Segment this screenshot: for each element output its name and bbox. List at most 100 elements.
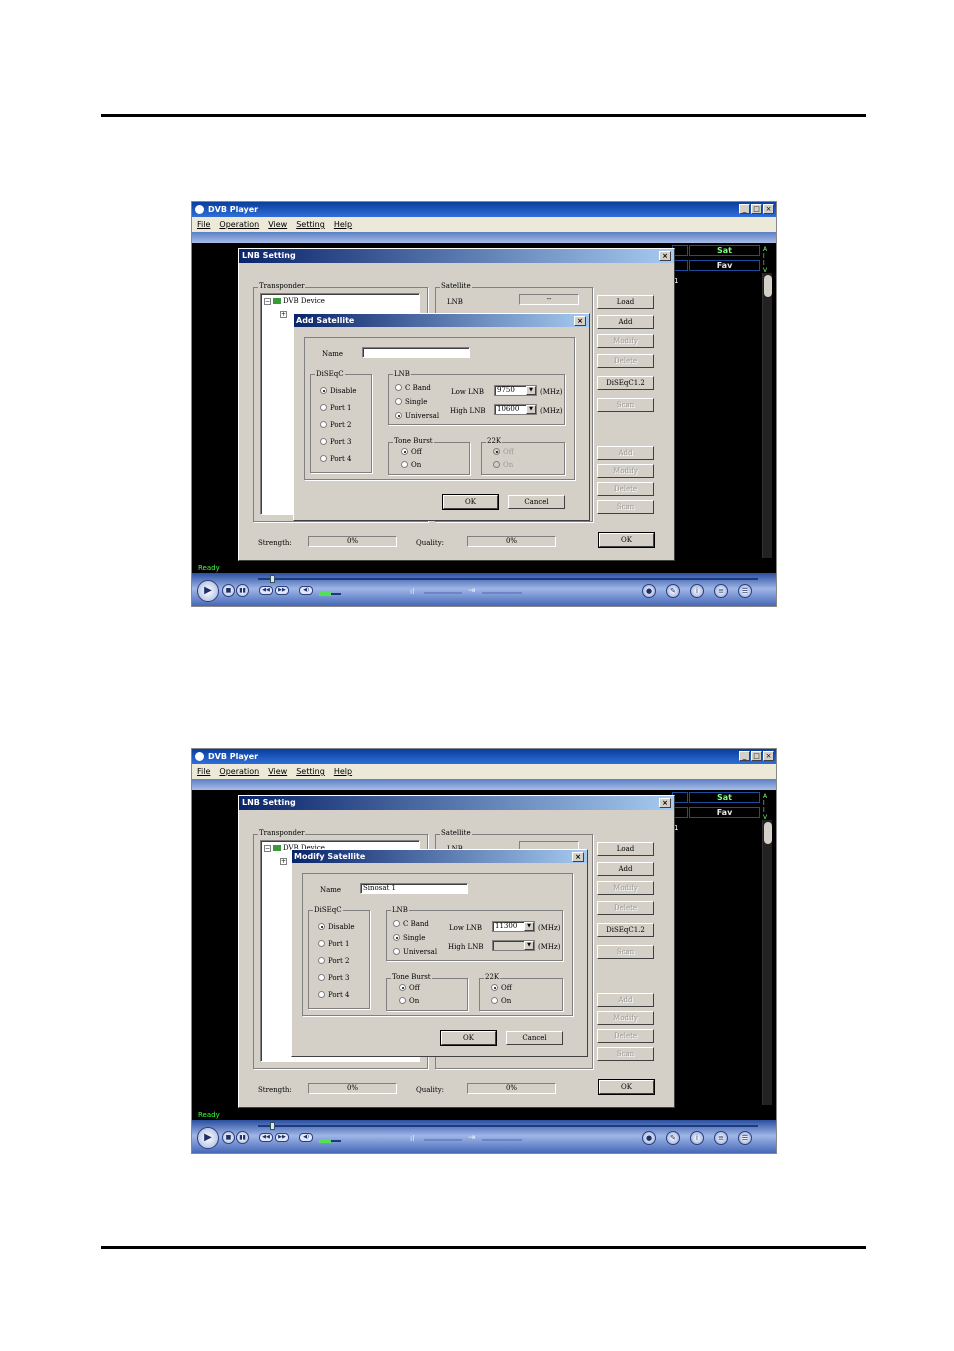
next-button[interactable]: ▶▶: [275, 586, 289, 595]
radio-dot[interactable]: [493, 448, 500, 455]
pause-button[interactable]: ▮▮: [236, 584, 249, 597]
lnb-modify-button[interactable]: Modify: [597, 881, 654, 895]
collapse-icon[interactable]: −: [264, 844, 271, 852]
name-input[interactable]: [362, 347, 470, 358]
menu-icon[interactable]: ☰: [738, 1131, 752, 1145]
stop-button[interactable]: ■: [222, 1131, 235, 1144]
radio-dot[interactable]: [393, 920, 400, 927]
satellite-close-button[interactable]: ×: [572, 852, 584, 862]
speed-track[interactable]: [482, 592, 522, 594]
close-button[interactable]: ×: [763, 751, 774, 761]
lnb-delete-button[interactable]: Delete: [597, 901, 654, 915]
seek-thumb[interactable]: [270, 1122, 275, 1130]
prev-button[interactable]: ◀◀: [259, 1133, 273, 1142]
radio-dot[interactable]: [320, 438, 327, 445]
fav-button[interactable]: Fav: [689, 260, 760, 271]
next-button[interactable]: ▶▶: [275, 1133, 289, 1142]
diseqc-port-2-radio[interactable]: Port 2: [320, 421, 351, 429]
balance-track[interactable]: [424, 592, 462, 594]
stop-button[interactable]: ■: [222, 584, 235, 597]
22k-on-radio[interactable]: On: [491, 997, 511, 1005]
lnb-delete-button[interactable]: Delete: [597, 354, 654, 368]
diseqc-port-4-radio[interactable]: Port 4: [320, 455, 351, 463]
lnb-close-button[interactable]: ×: [659, 798, 671, 808]
radio-dot[interactable]: [395, 384, 402, 391]
lnb-scan-button[interactable]: Scan: [597, 945, 654, 959]
chevron-down-icon[interactable]: ▼: [526, 405, 536, 414]
radio-dot[interactable]: [320, 387, 327, 394]
low-lnb-select[interactable]: 11300 ▼: [492, 921, 535, 932]
fast-forward-icon[interactable]: ⇥: [468, 1133, 476, 1143]
tone-on-radio[interactable]: On: [401, 461, 421, 469]
play-button[interactable]: ▶: [197, 580, 219, 602]
info-icon[interactable]: i: [690, 584, 704, 598]
channel-scrollbar[interactable]: [762, 273, 772, 558]
channel-scrollbar[interactable]: [762, 820, 772, 1105]
radio-dot[interactable]: [493, 461, 500, 468]
balance-track[interactable]: [424, 1139, 462, 1141]
transponder-scan-button[interactable]: Scan: [597, 500, 654, 514]
menu-operation[interactable]: Operation: [219, 217, 259, 232]
diseqc-port-4-radio[interactable]: Port 4: [318, 991, 349, 999]
menu-view[interactable]: View: [268, 217, 287, 232]
maximize-button[interactable]: □: [751, 751, 762, 761]
radio-dot[interactable]: [320, 455, 327, 462]
radio-dot[interactable]: [401, 448, 408, 455]
satellite-close-button[interactable]: ×: [574, 316, 586, 326]
lnb-load-button[interactable]: Load: [597, 295, 654, 309]
22k-on-radio[interactable]: On: [493, 461, 513, 469]
minimize-button[interactable]: _: [739, 751, 750, 761]
minimize-button[interactable]: _: [739, 204, 750, 214]
radio-dot[interactable]: [318, 940, 325, 947]
diseqc-port-2-radio[interactable]: Port 2: [318, 957, 349, 965]
lnb-add-button[interactable]: Add: [597, 862, 654, 876]
lnb-ok-button[interactable]: OK: [598, 532, 655, 548]
collapse-icon[interactable]: −: [264, 297, 271, 305]
menu-help[interactable]: Help: [334, 764, 352, 779]
transponder-modify-button[interactable]: Modify: [597, 1011, 654, 1025]
seek-bar[interactable]: [258, 1125, 758, 1127]
high-lnb-select[interactable]: ▼: [492, 940, 535, 951]
scroll-thumb[interactable]: [764, 822, 772, 844]
diseqc-port-1-radio[interactable]: Port 1: [320, 404, 351, 412]
transponder-modify-button[interactable]: Modify: [597, 464, 654, 478]
lnb-diseqc12-button[interactable]: DiSEqC1.2: [597, 923, 654, 937]
satellite-ok-button[interactable]: OK: [440, 1030, 497, 1046]
record-icon[interactable]: ●: [642, 1131, 656, 1145]
lnb-close-button[interactable]: ×: [659, 251, 671, 261]
radio-dot[interactable]: [395, 398, 402, 405]
radio-dot[interactable]: [393, 934, 400, 941]
pause-button[interactable]: ▮▮: [236, 1131, 249, 1144]
lnb-c-band-radio[interactable]: C Band: [393, 920, 429, 928]
tone-on-radio[interactable]: On: [399, 997, 419, 1005]
tree-child[interactable]: +: [280, 310, 289, 318]
close-button[interactable]: ×: [763, 204, 774, 214]
radio-dot[interactable]: [318, 957, 325, 964]
epg-icon[interactable]: ≡: [714, 584, 728, 598]
expand-icon[interactable]: +: [280, 310, 287, 318]
tone-off-radio[interactable]: Off: [401, 448, 422, 456]
lnb-universal-radio[interactable]: Universal: [393, 948, 437, 956]
tree-child[interactable]: +: [280, 857, 289, 865]
lnb-scan-button[interactable]: Scan: [597, 398, 654, 412]
chevron-down-icon[interactable]: ▼: [524, 922, 534, 931]
radio-dot[interactable]: [318, 974, 325, 981]
lnb-ok-button[interactable]: OK: [598, 1079, 655, 1095]
seek-bar[interactable]: [258, 578, 758, 580]
epg-icon[interactable]: ≡: [714, 1131, 728, 1145]
radio-dot[interactable]: [318, 991, 325, 998]
transponder-add-button[interactable]: Add: [597, 993, 654, 1007]
radio-dot[interactable]: [320, 404, 327, 411]
maximize-button[interactable]: □: [751, 204, 762, 214]
tools-icon[interactable]: ✎: [666, 584, 680, 598]
satellite-cancel-button[interactable]: Cancel: [506, 1031, 563, 1045]
radio-dot[interactable]: [491, 997, 498, 1004]
menu-file[interactable]: File: [197, 764, 210, 779]
radio-dot[interactable]: [318, 923, 325, 930]
diseqc-disable-radio[interactable]: Disable: [318, 923, 354, 931]
menu-operation[interactable]: Operation: [219, 764, 259, 779]
fast-forward-icon[interactable]: ⇥: [468, 586, 476, 596]
transponder-scan-button[interactable]: Scan: [597, 1047, 654, 1061]
22k-off-radio[interactable]: Off: [493, 448, 514, 456]
lnb-single-radio[interactable]: Single: [393, 934, 425, 942]
